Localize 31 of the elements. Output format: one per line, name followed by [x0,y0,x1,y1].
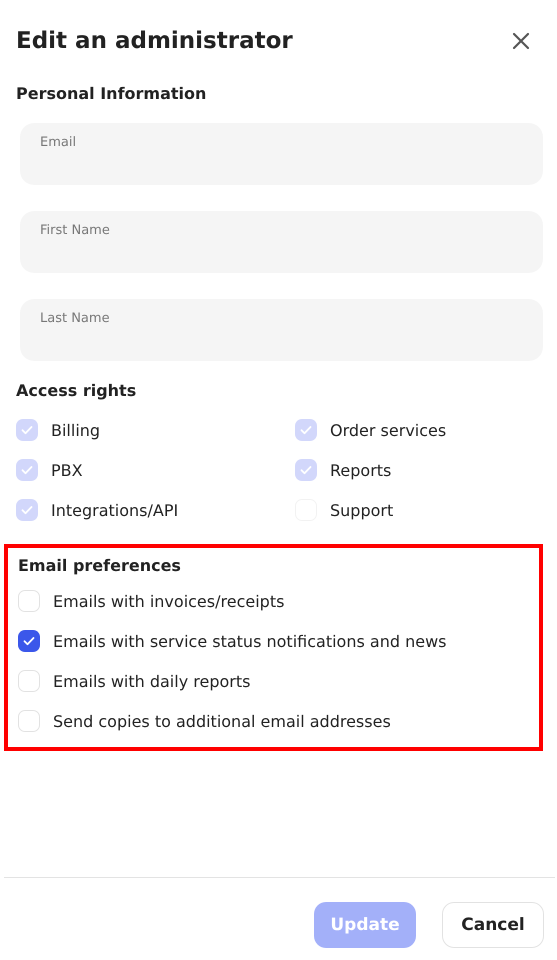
checkbox[interactable] [18,710,40,732]
checkbox[interactable] [18,590,40,612]
checkmark-icon [20,463,34,477]
field-label: Email [40,135,78,150]
section-heading: Access rights [16,381,138,400]
cancel-button[interactable]: Cancel [442,902,544,948]
dialog-title: Edit an administrator [16,28,293,54]
checkbox-label: Integrations/API [51,500,178,520]
checkbox-label: Emails with service status notifications and news [53,632,446,650]
field-label: First Name [40,223,111,238]
input-field[interactable]: Last Name [20,299,543,361]
checkbox-label: Billing [51,420,100,440]
input-field[interactable]: Email [20,123,543,185]
checkbox[interactable] [18,670,40,692]
checkbox-label: Reports [330,460,392,480]
checkmark-icon [22,634,36,648]
checkbox-label: Support [330,500,394,520]
checkmark-icon [20,423,34,437]
checkbox-label: Emails with daily reports [53,672,250,690]
input-field[interactable]: First Name [20,211,543,273]
checkmark-icon [299,463,313,477]
checkbox-label: Emails with invoices/receipts [53,592,284,610]
checkbox-label: Order services [330,420,446,440]
checkmark-icon [20,503,34,517]
checkbox-label: Send copies to additional email addresses [53,712,391,730]
checkbox[interactable] [18,630,40,652]
section-heading: Email preferences [18,556,182,575]
checkbox-label: PBX [51,460,83,480]
checkmark-icon [299,423,313,437]
section-heading: Personal Information [16,84,208,103]
field-label: Last Name [40,311,111,326]
